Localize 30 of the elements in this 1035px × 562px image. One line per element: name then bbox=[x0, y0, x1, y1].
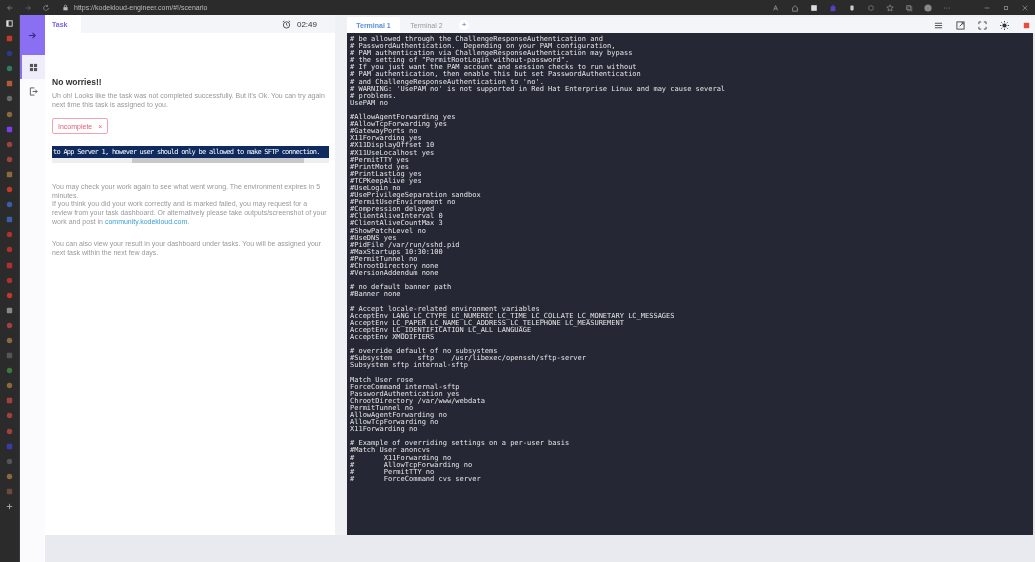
refresh-icon[interactable] bbox=[42, 3, 50, 12]
extension-icon[interactable] bbox=[810, 3, 818, 12]
star-icon[interactable] bbox=[886, 3, 894, 12]
menu-icon[interactable] bbox=[934, 20, 943, 30]
plus-icon[interactable] bbox=[5, 502, 14, 511]
tabs-icon[interactable] bbox=[5, 19, 14, 28]
font-icon[interactable] bbox=[772, 3, 780, 12]
forward-icon[interactable] bbox=[24, 3, 32, 12]
add-tab-button[interactable]: + bbox=[459, 20, 469, 30]
back-icon[interactable] bbox=[6, 3, 14, 12]
close-icon[interactable] bbox=[1021, 3, 1029, 12]
lock-icon bbox=[62, 4, 69, 11]
collections-icon[interactable] bbox=[905, 3, 913, 12]
extension-icon[interactable] bbox=[848, 3, 856, 12]
nav-item[interactable] bbox=[20, 55, 45, 79]
stop-icon[interactable] bbox=[1022, 20, 1031, 30]
external-link-icon[interactable] bbox=[956, 20, 965, 30]
logout-icon bbox=[29, 86, 38, 96]
terminal-screen[interactable] bbox=[347, 33, 1035, 535]
avatar-icon[interactable] bbox=[924, 3, 932, 12]
horizontal-scrollbar[interactable] bbox=[52, 158, 329, 164]
result-heading: No worries!! bbox=[52, 77, 103, 87]
dashboard-icon bbox=[29, 62, 38, 72]
restore-icon[interactable] bbox=[1002, 3, 1010, 12]
alarm-clock-icon bbox=[281, 19, 291, 29]
brightness-icon[interactable] bbox=[1000, 20, 1009, 30]
arrow-right-icon bbox=[28, 30, 37, 40]
fullscreen-icon[interactable] bbox=[978, 20, 987, 30]
timer-text: 02:49 bbox=[296, 19, 317, 29]
home-icon[interactable] bbox=[791, 3, 799, 12]
